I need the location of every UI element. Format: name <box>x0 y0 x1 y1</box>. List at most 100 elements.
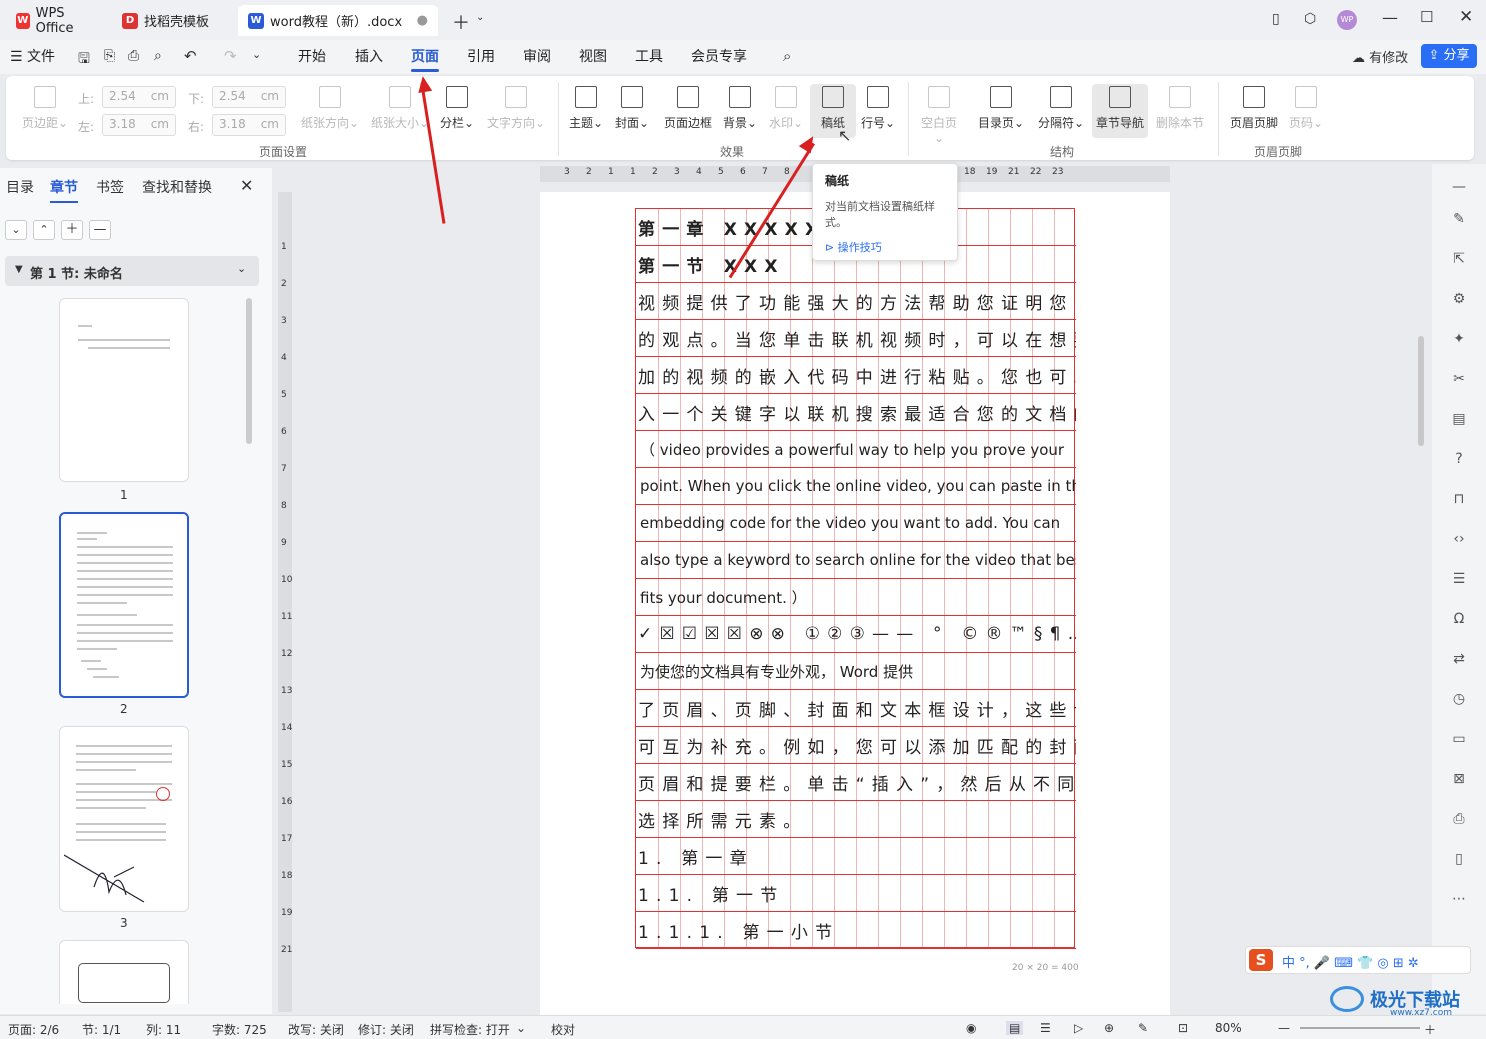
grid-row[interactable]: 加的视频的嵌入代码中进行粘贴。您也可以键 <box>636 357 1076 394</box>
menu-review[interactable]: 审阅 <box>523 46 551 66</box>
grid-row[interactable]: embedding code for the video you want to… <box>636 505 1076 542</box>
eye-icon[interactable]: ◉ <box>966 1021 976 1035</box>
expand-icon[interactable]: ⌄ <box>5 220 27 240</box>
search-icon[interactable]: ⌕ <box>783 47 791 65</box>
settings-icon[interactable]: ⚙ <box>1450 290 1468 308</box>
chevron-down-icon[interactable]: ⌄ <box>516 1021 526 1035</box>
manuscript-grid[interactable]: 第一章 XXXXX 第一节 XXX 视频提供了功能强大的方法帮助您证明您 的观点。当… <box>635 208 1076 949</box>
zoom-level[interactable]: 80% <box>1215 1021 1242 1035</box>
collapse-icon[interactable]: — <box>1450 178 1468 196</box>
remove-section-icon[interactable]: — <box>89 220 111 240</box>
list-icon[interactable]: ☰ <box>1450 570 1468 588</box>
file-menu[interactable]: ☰ 文件 <box>10 46 55 66</box>
more-chevron-icon[interactable]: ⌄ <box>252 48 261 61</box>
omega-icon[interactable]: Ω <box>1450 610 1468 628</box>
delete-section-button[interactable]: 删除本节 <box>1152 86 1208 131</box>
page-thumbnail[interactable] <box>59 726 189 912</box>
grid-row[interactable]: 为使您的文档具有专业外观， Word 提供 <box>636 653 1076 690</box>
left-margin-input[interactable]: 3.18 cm <box>102 114 176 136</box>
close-icon[interactable]: ✕ <box>1459 7 1473 27</box>
background-button[interactable]: 背景⌄ <box>720 86 760 131</box>
tab-sections[interactable]: 章节 <box>50 177 78 203</box>
status-spellcheck[interactable]: 拼写检查: 打开 <box>430 1021 510 1038</box>
select-icon[interactable]: ⇱ <box>1450 250 1468 268</box>
pen-icon[interactable]: ✎ <box>1450 210 1468 228</box>
ime-toolbar[interactable]: S 中 °, 🎤 ⌨ 👕 ◎ ⊞ ✲ <box>1245 946 1471 974</box>
grid-row[interactable]: 1.1. 第一节 <box>636 875 1076 912</box>
status-proofread[interactable]: 校对 <box>551 1021 575 1038</box>
theme-button[interactable]: 主题⌄ <box>566 86 606 131</box>
share-button[interactable]: ⇪ 分享 <box>1421 44 1477 68</box>
page-number-button[interactable]: 页码⌄ <box>1286 86 1326 131</box>
cover-button[interactable]: 封面⌄ <box>612 86 652 131</box>
status-words[interactable]: 字数: 725 <box>212 1021 267 1038</box>
doc-scrollbar[interactable] <box>1418 336 1424 446</box>
more-icon[interactable]: ⋯ <box>1450 890 1468 908</box>
fit-icon[interactable]: ⊡ <box>1178 1021 1188 1035</box>
preview-icon[interactable]: ⌕ <box>154 48 162 64</box>
grid-icon[interactable]: ⊠ <box>1450 770 1468 788</box>
grid-row[interactable]: （ video provides a powerful way to help … <box>636 431 1076 468</box>
layout-icon[interactable]: ▯ <box>1272 11 1280 27</box>
zoom-slider[interactable] <box>1300 1027 1420 1029</box>
chevron-down-icon[interactable]: ⌄ <box>476 12 484 23</box>
page-border-button[interactable]: 页面边框 <box>660 86 716 131</box>
redo-icon[interactable]: ↷ <box>224 47 237 65</box>
text-direction-button[interactable]: 文字方向⌄ <box>484 86 548 131</box>
grid-row[interactable]: fits your document. ） <box>636 579 1076 616</box>
book-icon[interactable]: ▤ <box>1450 410 1468 428</box>
doc-icon[interactable]: ▯ <box>1450 850 1468 868</box>
play-icon[interactable]: ▷ <box>1074 1021 1083 1035</box>
grid-row[interactable]: 1. 第一章 <box>636 838 1076 875</box>
status-overwrite[interactable]: 改写: 关闭 <box>288 1021 344 1038</box>
menu-reference[interactable]: 引用 <box>467 46 495 66</box>
add-section-icon[interactable]: ＋ <box>61 220 83 240</box>
separator-button[interactable]: 分隔符⌄ <box>1034 86 1088 131</box>
menu-tools[interactable]: 工具 <box>635 46 663 66</box>
page-thumbnail[interactable] <box>59 512 189 698</box>
orientation-button[interactable]: 纸张方向⌄ <box>298 86 362 131</box>
tab-bookmarks[interactable]: 书签 <box>96 177 124 197</box>
grid-row[interactable]: ✓☒☑☒☒⊗⊗ ①②③—— ° ©®™§¶… <box>636 616 1076 653</box>
tab-find-replace[interactable]: 查找和替换 <box>142 177 212 197</box>
grid-row[interactable]: also type a keyword to search online for… <box>636 542 1076 579</box>
section-nav-button[interactable]: 章节导航 <box>1092 84 1148 138</box>
grid-row[interactable]: 视频提供了功能强大的方法帮助您证明您 <box>636 283 1076 320</box>
watermark-button[interactable]: 水印⌄ <box>766 86 806 131</box>
export-icon[interactable]: ⎘ <box>104 48 115 64</box>
menu-page[interactable]: 页面 <box>411 46 439 72</box>
collapse-icon[interactable]: ⌃ <box>33 220 55 240</box>
zoom-in-icon[interactable]: ＋ <box>1424 1021 1436 1038</box>
web-view-icon[interactable]: ⊕ <box>1104 1021 1114 1035</box>
minimize-icon[interactable]: — <box>1382 8 1398 27</box>
help-icon[interactable]: ? <box>1450 450 1468 468</box>
section-header[interactable]: ▼ 第 1 节: 未命名 ⌄ <box>5 256 259 286</box>
status-track-changes[interactable]: 修订: 关闭 <box>358 1021 414 1038</box>
page-thumbnail[interactable] <box>59 298 189 482</box>
right-margin-input[interactable]: 3.18 cm <box>212 114 286 136</box>
menu-view[interactable]: 视图 <box>579 46 607 66</box>
bottom-margin-input[interactable]: 2.54 cm <box>212 86 286 108</box>
folder-icon[interactable]: ▭ <box>1450 730 1468 748</box>
grid-row[interactable]: 1.1.1. 第一小节 <box>636 912 1076 949</box>
top-margin-input[interactable]: 2.54 cm <box>102 86 176 108</box>
history-icon[interactable]: ◷ <box>1450 690 1468 708</box>
print-icon[interactable]: ⎙ <box>128 48 139 64</box>
tools-icon[interactable]: ✂ <box>1450 370 1468 388</box>
modify-button[interactable]: ☁ 有修改 <box>1352 47 1408 66</box>
menu-insert[interactable]: 插入 <box>355 46 383 66</box>
avatar[interactable]: WP <box>1337 10 1357 30</box>
write-icon[interactable]: ✎ <box>1138 1021 1148 1035</box>
header-footer-button[interactable]: 页眉页脚 <box>1226 86 1282 131</box>
line-number-button[interactable]: 行号⌄ <box>858 86 898 131</box>
blank-page-button[interactable]: 空白页⌄ <box>916 86 962 145</box>
lock-icon[interactable]: ⊓ <box>1450 490 1468 508</box>
tab-toc[interactable]: 目录 <box>6 177 34 197</box>
ai-icon[interactable]: ✦ <box>1450 330 1468 348</box>
toc-page-button[interactable]: 目录页⌄ <box>974 86 1028 131</box>
page-thumbnail[interactable] <box>59 940 189 1004</box>
status-page[interactable]: 页面: 2/6 <box>8 1021 59 1038</box>
tooltip-link[interactable]: ⊳ 操作技巧 <box>825 239 945 255</box>
code-icon[interactable]: ‹› <box>1450 530 1468 548</box>
grid-row[interactable]: 选择所需元素。 <box>636 801 1076 838</box>
